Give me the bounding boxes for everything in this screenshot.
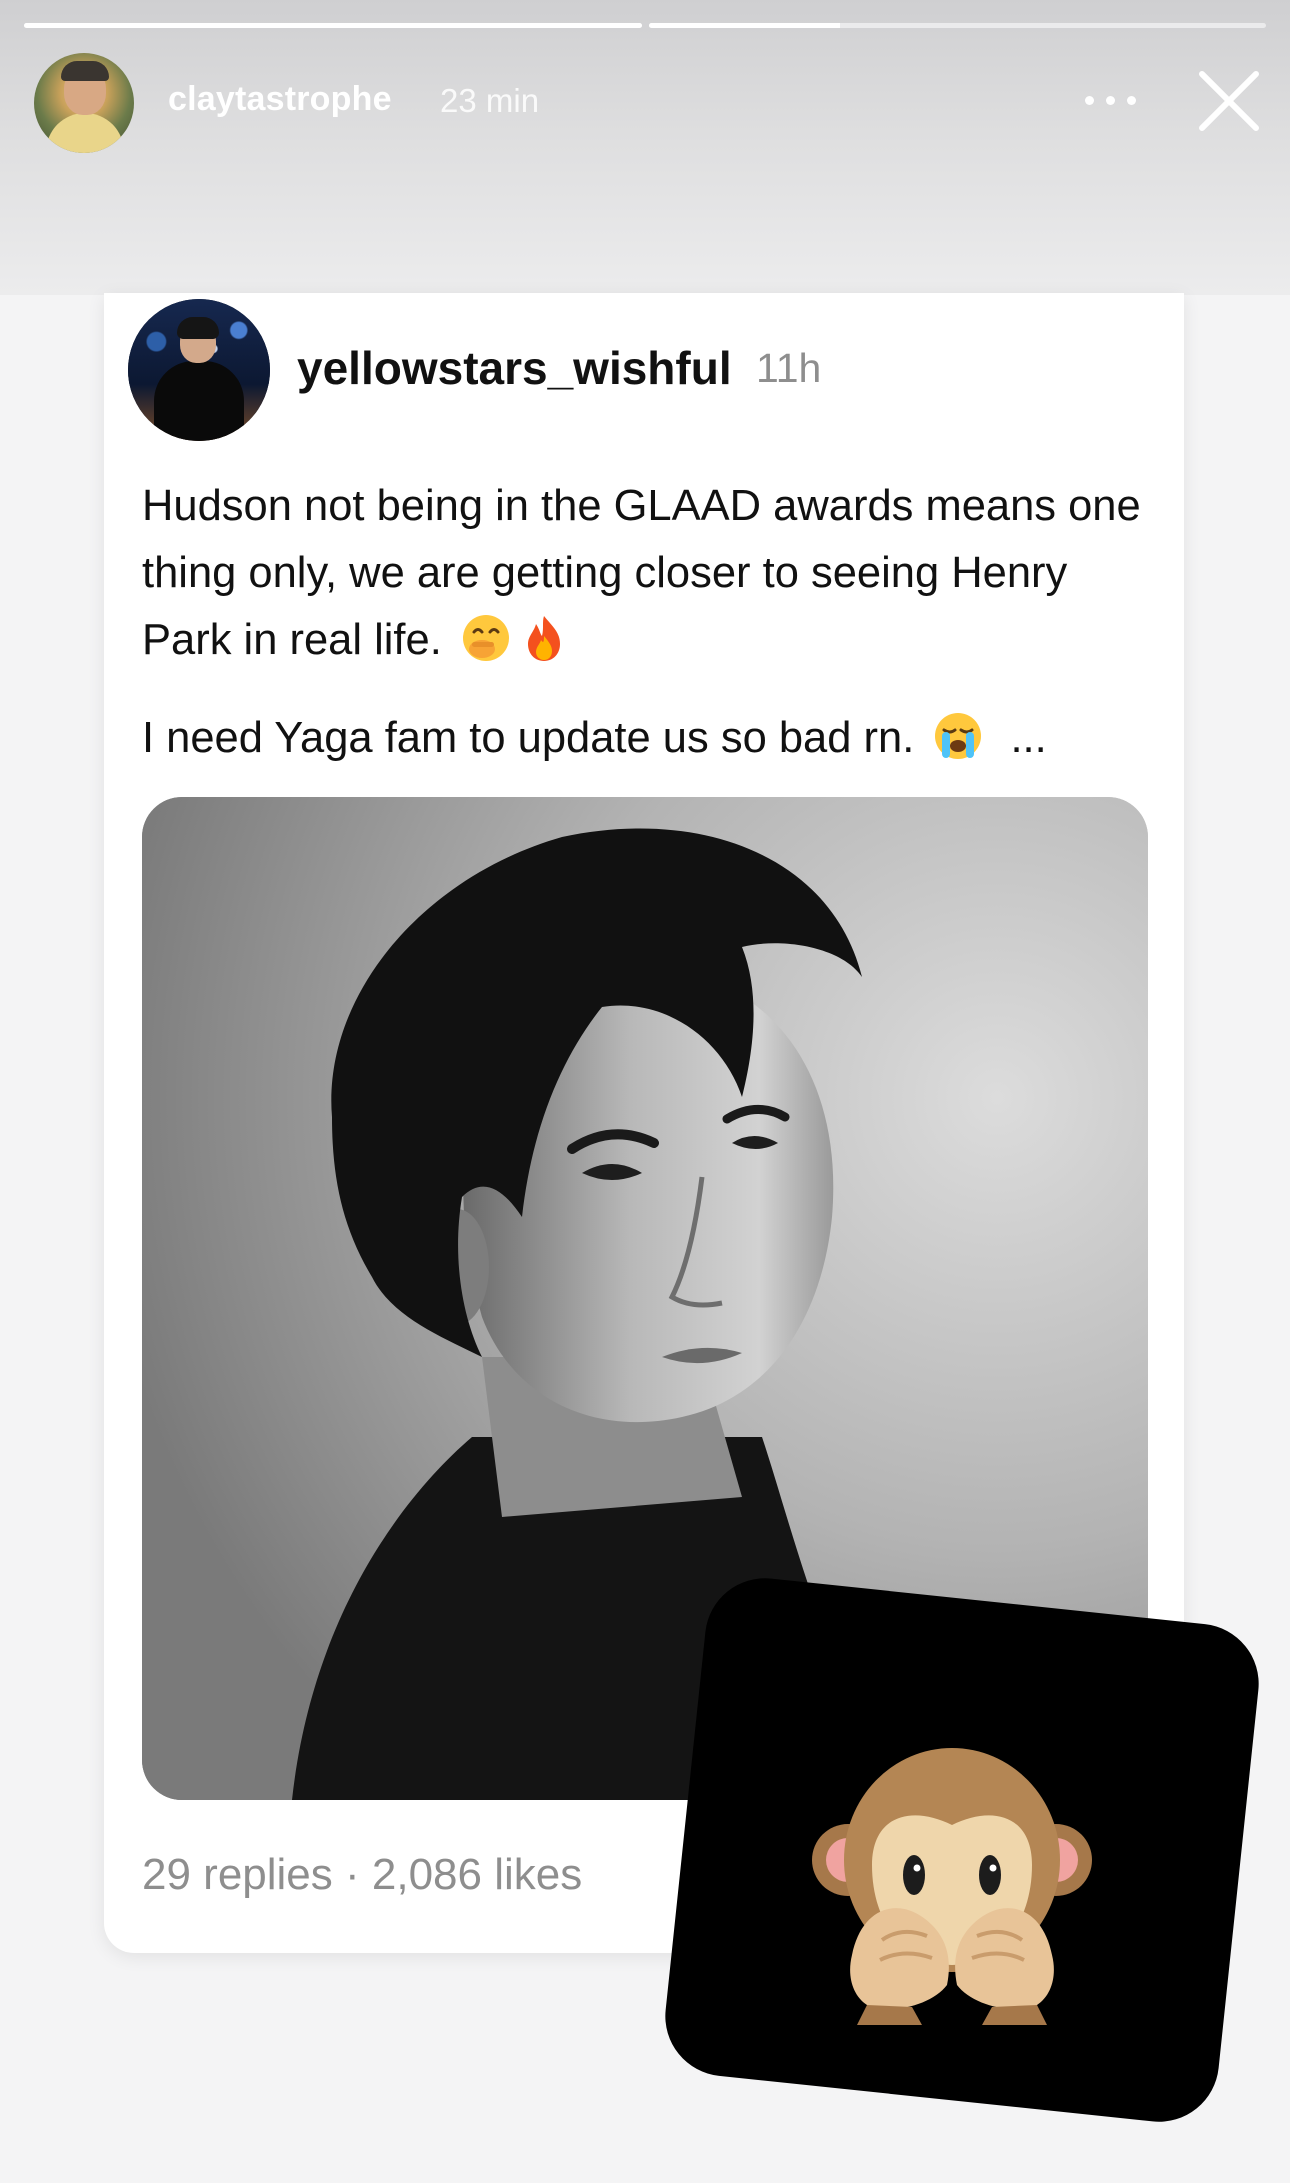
post-paragraph: Hudson not being in the GLAAD awards mea… — [142, 473, 1142, 674]
story-viewer: claytastrophe 23 min yellowstars_wishful… — [0, 0, 1290, 2183]
story-timestamp: 23 min — [440, 82, 540, 119]
story-progress-bar — [24, 23, 642, 28]
story-progress-bar — [649, 23, 1266, 28]
close-icon[interactable] — [1196, 68, 1262, 134]
see-no-evil-monkey-icon[interactable] — [812, 1735, 1092, 2025]
post-paragraph-text: Hudson not being in the GLAAD awards mea… — [142, 482, 1141, 664]
post-stats: 29 replies · 2,086 likes — [142, 1850, 583, 1899]
post-author-avatar[interactable] — [128, 299, 270, 441]
story-author-username[interactable]: claytastrophe — [168, 80, 392, 119]
hand-over-mouth-emoji-icon — [460, 612, 512, 664]
post-timestamp: 11h — [756, 345, 822, 391]
post-author-username[interactable]: yellowstars_wishful — [297, 341, 732, 395]
post-body: Hudson not being in the GLAAD awards mea… — [142, 473, 1142, 803]
post-paragraph: I need Yaga fam to update us so bad rn. … — [142, 705, 1142, 772]
truncation-ellipsis[interactable]: ... — [1010, 714, 1046, 762]
more-options-icon[interactable] — [1083, 88, 1139, 114]
story-author-avatar[interactable] — [34, 53, 134, 153]
post-paragraph-text: I need Yaga fam to update us so bad rn. — [142, 714, 915, 762]
progress-fill — [649, 23, 841, 28]
loudly-crying-emoji-icon — [932, 710, 984, 762]
fire-emoji-icon — [518, 612, 570, 664]
story-header-background — [0, 0, 1290, 295]
progress-fill — [24, 23, 642, 28]
